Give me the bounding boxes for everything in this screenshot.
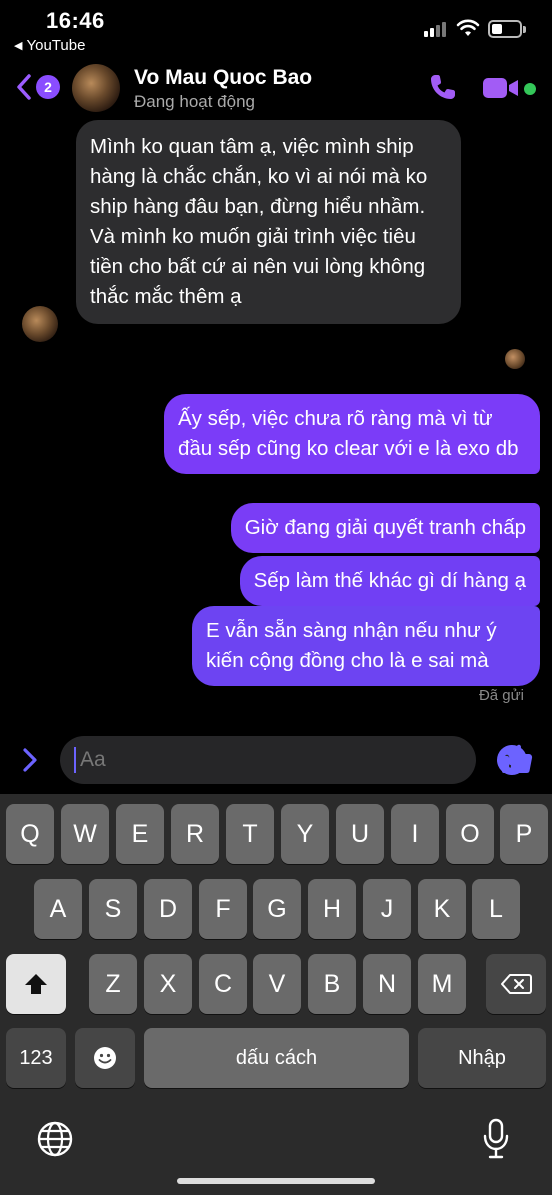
contact-avatar[interactable]	[72, 64, 120, 112]
key-t[interactable]: T	[226, 804, 274, 864]
key-c[interactable]: C	[199, 954, 247, 1014]
message-field[interactable]	[60, 736, 527, 784]
outgoing-message-bubble[interactable]: E vẫn sẵn sàng nhận nếu như ý kiến cộng …	[192, 606, 540, 686]
key-u[interactable]: U	[336, 804, 384, 864]
phone-icon[interactable]	[428, 72, 458, 102]
key-b[interactable]: B	[308, 954, 356, 1014]
status-time: 16:46	[46, 8, 105, 33]
video-call-icon[interactable]	[482, 76, 520, 100]
key-g[interactable]: G	[253, 879, 301, 939]
key-e[interactable]: E	[116, 804, 164, 864]
key-m[interactable]: M	[418, 954, 466, 1014]
wifi-icon	[456, 19, 480, 36]
back-triangle-icon: ◀	[14, 40, 23, 52]
outgoing-message-bubble[interactable]: Giờ đang giải quyết tranh chấp	[230, 503, 540, 553]
contact-name[interactable]: Vo Mau Quoc Bao	[134, 66, 312, 90]
key-v[interactable]: V	[253, 954, 301, 1014]
return-key[interactable]: Nhập	[418, 1028, 546, 1088]
outgoing-message-bubble[interactable]: Ấy sếp, việc chưa rõ ràng mà vì từ đầu s…	[164, 394, 540, 474]
key-n[interactable]: N	[363, 954, 411, 1014]
online-indicator	[524, 83, 536, 95]
thumbs-up-icon[interactable]	[500, 742, 534, 776]
backspace-key[interactable]	[486, 954, 546, 1014]
message-input[interactable]	[80, 736, 440, 784]
back-to-app-link[interactable]: ◀ YouTube	[14, 37, 85, 54]
backspace-icon	[501, 974, 532, 994]
key-i[interactable]: I	[391, 804, 439, 864]
key-j[interactable]: J	[363, 879, 411, 939]
incoming-message-bubble[interactable]: Mình ko quan tâm ạ, việc mình ship hàng …	[76, 120, 461, 324]
key-h[interactable]: H	[308, 879, 356, 939]
key-s[interactable]: S	[89, 879, 137, 939]
message-composer	[0, 730, 552, 790]
status-bar: 16:46 ◀ YouTube	[0, 0, 552, 60]
emoji-icon	[94, 1047, 116, 1069]
cellular-signal-icon	[424, 22, 446, 37]
numbers-key[interactable]: 123	[6, 1028, 66, 1088]
unread-badge: 2	[36, 75, 60, 99]
key-p[interactable]: P	[500, 804, 548, 864]
emoji-keyboard-key[interactable]	[75, 1028, 135, 1088]
key-x[interactable]: X	[144, 954, 192, 1014]
key-r[interactable]: R	[171, 804, 219, 864]
sender-avatar[interactable]	[22, 306, 58, 342]
key-q[interactable]: Q	[6, 804, 54, 864]
microphone-icon[interactable]	[482, 1118, 510, 1160]
chevron-left-icon	[17, 74, 31, 100]
battery-icon	[488, 20, 526, 38]
shift-arrow-icon	[25, 974, 47, 994]
key-f[interactable]: F	[199, 879, 247, 939]
back-app-label: YouTube	[26, 37, 86, 54]
space-key[interactable]: dấu cách	[144, 1028, 409, 1088]
key-o[interactable]: O	[446, 804, 494, 864]
chevron-right-icon[interactable]	[20, 746, 40, 774]
key-w[interactable]: W	[61, 804, 109, 864]
back-button[interactable]: 2	[14, 72, 60, 102]
key-z[interactable]: Z	[89, 954, 137, 1014]
sent-status: Đã gửi	[478, 687, 524, 704]
key-a[interactable]: A	[34, 879, 82, 939]
key-l[interactable]: L	[472, 879, 520, 939]
on-screen-keyboard: Q W E R T Y U I O P A S D F G H J K L Z …	[0, 794, 552, 1195]
chat-header: 2 Vo Mau Quoc Bao Đang hoạt động	[0, 60, 552, 118]
home-indicator[interactable]	[177, 1178, 375, 1184]
contact-status: Đang hoạt động	[134, 92, 255, 111]
text-caret	[74, 747, 76, 773]
key-y[interactable]: Y	[281, 804, 329, 864]
globe-icon[interactable]	[36, 1120, 74, 1158]
seen-receipt-avatar	[505, 349, 525, 369]
outgoing-message-bubble[interactable]: Sếp làm thế khác gì dí hàng ạ	[239, 556, 540, 606]
key-k[interactable]: K	[418, 879, 466, 939]
key-d[interactable]: D	[144, 879, 192, 939]
shift-key[interactable]	[6, 954, 66, 1014]
